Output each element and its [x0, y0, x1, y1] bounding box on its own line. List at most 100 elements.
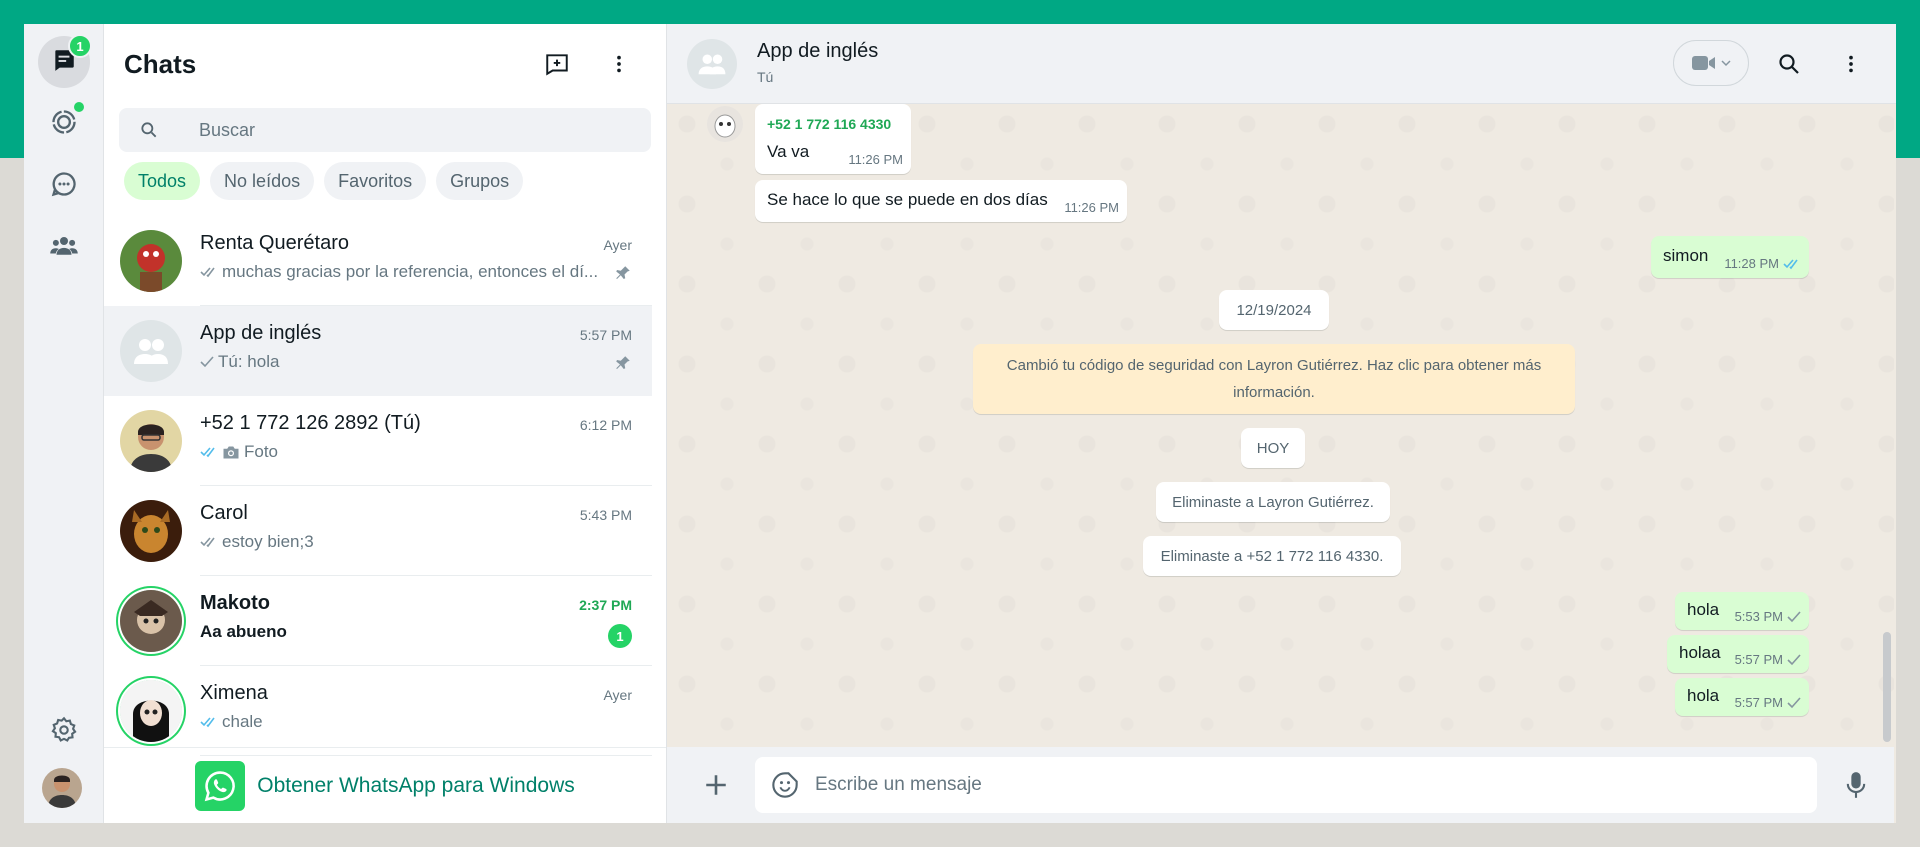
search-icon — [1779, 54, 1799, 74]
conversation-search-button[interactable] — [1771, 46, 1807, 82]
chat-name: Makoto — [200, 592, 270, 614]
chat-row[interactable]: Carol 5:43 PM estoy bien;3 — [104, 486, 652, 576]
date-separator: HOY — [1241, 428, 1305, 468]
chat-avatar — [120, 230, 182, 292]
new-chat-button[interactable] — [539, 46, 575, 82]
more-vertical-icon — [617, 55, 621, 73]
message-input[interactable] — [815, 774, 1775, 796]
chat-name: Carol — [200, 502, 248, 524]
chat-name: App de inglés — [200, 322, 322, 344]
double-check-read-icon — [1783, 258, 1798, 269]
incoming-message[interactable]: Se hace lo que se puede en dos días 11:2… — [755, 180, 1127, 222]
chat-time: 2:37 PM — [579, 597, 632, 613]
message-text: Se hace lo que se puede en dos días — [767, 190, 1048, 209]
conversation-menu-button[interactable] — [1833, 46, 1869, 82]
message-input-box — [755, 757, 1817, 813]
chat-row[interactable]: Renta Querétaro Ayer muchas gracias por … — [104, 216, 652, 306]
chat-preview: Foto — [244, 442, 279, 461]
message-text: simon — [1663, 246, 1709, 265]
chat-time: Ayer — [603, 237, 632, 253]
rail-communities-button[interactable] — [38, 222, 90, 274]
conversation-subtitle: Tú — [757, 69, 774, 85]
chat-list-panel: Chats Todos No leídos Favoritos Grupos — [104, 24, 743, 823]
outgoing-message[interactable]: holaa 5:57 PM — [1667, 635, 1809, 673]
attach-button[interactable] — [697, 766, 735, 804]
group-icon — [134, 339, 168, 364]
system-message: Eliminaste a Layron Gutiérrez. — [1156, 482, 1390, 522]
message-text: hola — [1687, 686, 1720, 705]
double-check-read-icon — [200, 447, 215, 458]
filter-todos[interactable]: Todos — [124, 162, 201, 200]
filter-favoritos[interactable]: Favoritos — [324, 162, 427, 200]
chat-preview: muchas gracias por la referencia, entonc… — [222, 262, 599, 281]
message-status: 5:57 PM — [1735, 652, 1801, 667]
video-camera-icon — [1692, 56, 1715, 70]
group-avatar — [120, 320, 182, 382]
rail-settings-button[interactable] — [38, 706, 90, 758]
message-time: 5:57 PM — [1734, 695, 1783, 710]
search-bar — [119, 108, 651, 152]
message-time: 5:57 PM — [1734, 652, 1783, 667]
outgoing-message[interactable]: simon 11:28 PM — [1651, 236, 1809, 278]
chat-avatar-status — [120, 590, 182, 652]
chat-time: 5:43 PM — [579, 507, 632, 523]
message-status: 5:53 PM — [1735, 609, 1801, 624]
single-check-icon — [1787, 610, 1801, 622]
more-vertical-icon — [1849, 55, 1853, 73]
rail-chats-button[interactable]: 1 — [38, 34, 92, 88]
emoji-sticker-button[interactable] — [755, 771, 815, 799]
sticker-icon — [772, 772, 798, 798]
nav-rail: 1 — [24, 24, 104, 823]
conversation-scrollbar[interactable] — [1883, 632, 1891, 742]
status-new-dot — [74, 102, 84, 112]
message-composer — [667, 747, 1894, 823]
chat-row[interactable]: Ximena Ayer chale — [104, 666, 652, 756]
chat-name: Ximena — [200, 682, 268, 704]
sender-avatar[interactable] — [707, 106, 743, 142]
message-text: hola — [1687, 600, 1720, 619]
date-separator: 12/19/2024 — [1219, 290, 1329, 330]
filter-chips: Todos No leídos Favoritos Grupos — [124, 162, 524, 200]
chat-row-selected[interactable]: App de inglés 5:57 PM Tú: hola — [104, 306, 652, 396]
conversation-avatar[interactable] — [687, 38, 737, 89]
system-message: Eliminaste a +52 1 772 116 4330. — [1143, 536, 1401, 576]
message-time: 5:53 PM — [1734, 609, 1783, 624]
chat-row[interactable]: +52 1 772 126 2892 (Tú) 6:12 PM Foto — [104, 396, 652, 486]
chat-time: Ayer — [603, 687, 632, 703]
double-check-icon — [200, 267, 215, 278]
security-notice[interactable]: Cambió tu código de seguridad con Layron… — [973, 344, 1575, 414]
chats-unread-badge: 1 — [68, 34, 92, 58]
rail-status-button[interactable] — [38, 98, 90, 150]
status-icon — [50, 108, 78, 141]
search-icon — [119, 120, 179, 140]
message-status: 11:28 PM — [1724, 256, 1801, 271]
chat-row-unread[interactable]: Makoto 2:37 PM Aa abueno 1 — [104, 576, 652, 666]
group-icon — [698, 54, 726, 74]
outgoing-message[interactable]: hola 5:57 PM — [1675, 678, 1809, 716]
voice-message-button[interactable] — [1837, 766, 1875, 804]
chat-time: 5:57 PM — [579, 327, 632, 343]
get-windows-app-link[interactable]: Obtener WhatsApp para Windows — [104, 747, 666, 823]
chat-name: Renta Querétaro — [200, 232, 349, 254]
chat-preview: Tú: hola — [218, 352, 280, 371]
double-check-read-icon — [200, 717, 215, 728]
filter-grupos[interactable]: Grupos — [436, 162, 524, 200]
pin-icon — [614, 354, 632, 377]
whatsapp-logo-icon — [195, 760, 246, 811]
filter-no-leidos[interactable]: No leídos — [210, 162, 315, 200]
video-call-button[interactable] — [1673, 40, 1749, 86]
search-input[interactable] — [199, 119, 639, 141]
incoming-message[interactable]: +52 1 772 116 4330 Va va 11:26 PM — [755, 104, 911, 174]
pin-icon — [614, 264, 632, 287]
outgoing-message[interactable]: hola 5:53 PM — [1675, 592, 1809, 630]
rail-channels-button[interactable] — [38, 160, 90, 212]
conversation-header[interactable]: App de inglés Tú — [667, 24, 1896, 104]
chat-avatar-status — [120, 680, 182, 742]
message-text: Va va — [767, 142, 810, 161]
get-windows-app-label: Obtener WhatsApp para Windows — [257, 773, 575, 797]
chat-preview: Aa abueno — [200, 622, 287, 641]
double-check-icon — [200, 537, 215, 548]
single-check-icon — [1787, 653, 1801, 665]
list-menu-button[interactable] — [601, 46, 637, 82]
profile-avatar[interactable] — [42, 768, 82, 808]
